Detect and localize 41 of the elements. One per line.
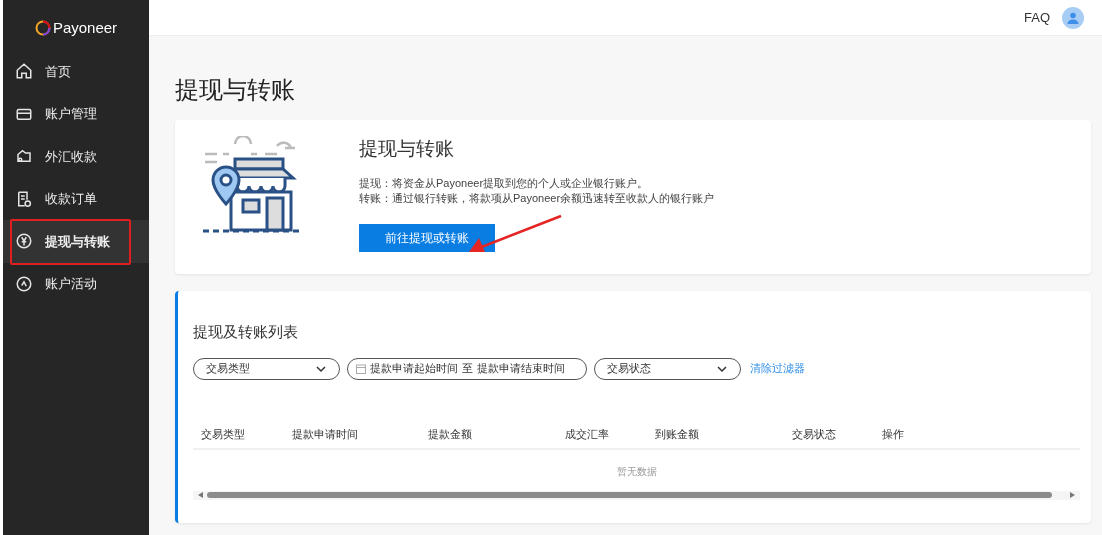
activity-icon: [15, 274, 33, 293]
nav-item[interactable]: 收款订单: [3, 177, 149, 220]
column-header: 成交汇率: [565, 427, 610, 443]
page-title: 提现与转账: [175, 75, 296, 105]
avatar[interactable]: [1062, 6, 1084, 29]
end-date-placeholder: 提款申请结束时间: [477, 361, 565, 377]
calendar-icon: [356, 363, 366, 374]
date-range-field[interactable]: 提款申请起始时间 至 提款申请结束时间: [347, 357, 587, 380]
scroll-left-icon[interactable]: [198, 492, 203, 498]
yen-icon: [15, 232, 33, 251]
clear-filters-link[interactable]: 清除过滤器: [750, 360, 805, 377]
faq-link[interactable]: FAQ: [1024, 7, 1050, 28]
description-text: 转账：通过银行转账，将款项从Payoneer余额迅速转至收款人的银行账户: [359, 191, 715, 206]
range-separator: 至: [462, 361, 473, 377]
scrollbar-thumb[interactable]: [207, 492, 1052, 498]
document-icon: [15, 189, 33, 208]
column-header: 交易类型: [201, 427, 246, 443]
scroll-right-icon[interactable]: [1070, 492, 1075, 498]
withdraw-button[interactable]: 前往提现或转账: [359, 224, 495, 252]
description-text: 提现：将资金从Payoneer提取到您的个人或企业银行账户。: [359, 176, 650, 191]
horizontal-scrollbar[interactable]: [193, 490, 1080, 500]
dropdown[interactable]: 交易类型: [193, 357, 340, 380]
logo-icon: [34, 20, 51, 36]
user-icon: [1067, 11, 1079, 24]
empty-message: 暂无数据: [615, 464, 658, 479]
home-icon: [15, 62, 33, 81]
list-title: 提现及转账列表: [193, 322, 299, 342]
nav-item[interactable]: 提现与转账: [3, 220, 149, 263]
nav-item[interactable]: 首页: [3, 50, 149, 93]
column-header: 到账金额: [655, 427, 700, 443]
column-header: 操作: [882, 427, 905, 443]
nav-item[interactable]: 外汇收款: [3, 135, 149, 178]
column-header: 交易状态: [792, 427, 837, 443]
card-title: 提现与转账: [359, 137, 455, 161]
column-header: 提款金额: [428, 427, 473, 443]
dropdown[interactable]: 交易状态: [594, 357, 741, 380]
start-date-placeholder: 提款申请起始时间: [370, 361, 458, 377]
logo-text: Payoneer: [52, 17, 118, 38]
column-header: 提款申请时间: [292, 427, 359, 443]
nav-item[interactable]: 账户管理: [3, 92, 149, 135]
nav-item[interactable]: 账户活动: [3, 262, 149, 305]
